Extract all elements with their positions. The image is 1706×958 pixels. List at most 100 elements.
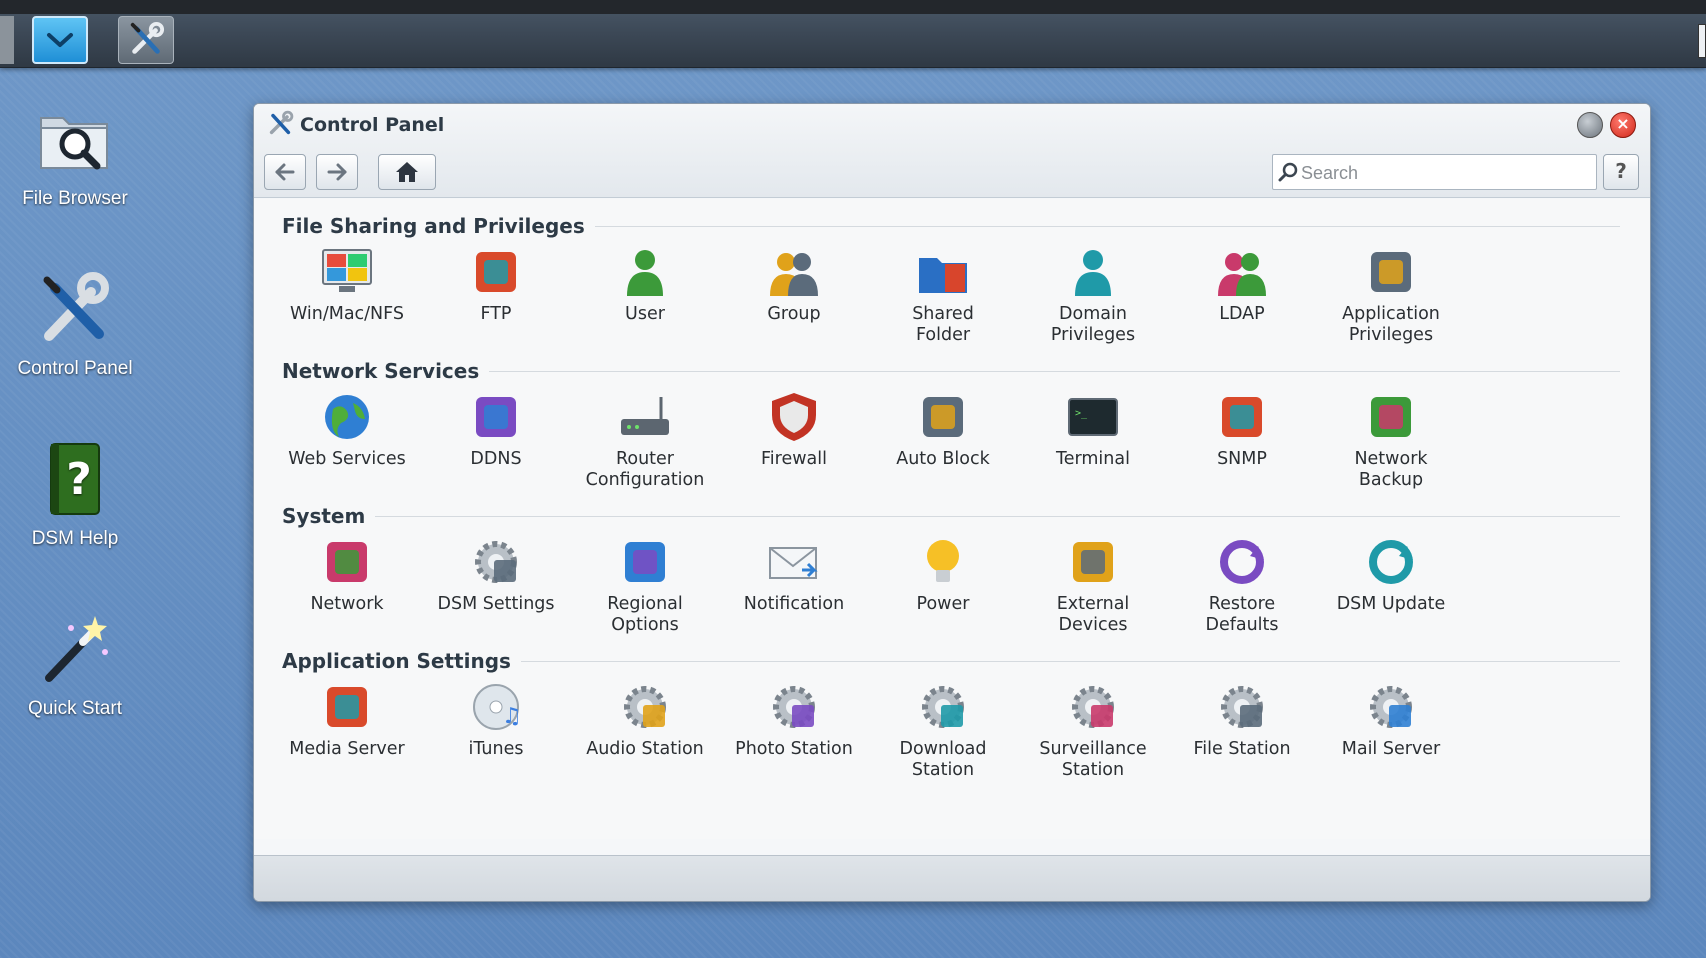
cp-item-label-line1: File Station (1193, 739, 1291, 759)
domain-user-icon (1075, 250, 1111, 296)
update-sync-icon (1369, 540, 1413, 584)
cp-item-photo-station[interactable]: Photo Station (713, 679, 875, 760)
minimize-button[interactable] (1577, 112, 1603, 138)
taskbar (0, 0, 1706, 68)
search-input[interactable] (1301, 159, 1591, 187)
cp-item-notification[interactable]: Notification (713, 534, 875, 615)
download-gear-icon (922, 686, 964, 728)
cp-item-group[interactable]: Group (713, 244, 875, 325)
cp-item-restore-defaults[interactable]: Restore Defaults (1161, 534, 1323, 636)
cp-item-label-line1: iTunes (468, 739, 524, 759)
cp-item-dsm-settings[interactable]: DSM Settings (415, 534, 577, 615)
cp-item-snmp[interactable]: SNMP (1161, 389, 1323, 470)
desktop-icon-file-browser[interactable]: File Browser (0, 100, 150, 210)
search-box[interactable] (1272, 154, 1597, 190)
cp-item-web-services[interactable]: Web Services (266, 389, 428, 470)
cp-item-ftp[interactable]: FTP (415, 244, 577, 325)
snmp-chart-icon (1222, 397, 1262, 437)
cp-item-label-line2: Configuration (585, 470, 705, 490)
folder-magnifier-icon (40, 117, 108, 170)
forward-button[interactable] (316, 154, 358, 190)
cp-item-network[interactable]: Network (266, 534, 428, 615)
mail-gear-icon (1370, 686, 1412, 728)
cp-item-media-server[interactable]: Media Server (266, 679, 428, 760)
cp-item-auto-block[interactable]: Auto Block (862, 389, 1024, 470)
desktop-icon-control-panel[interactable]: Control Panel (0, 270, 150, 380)
cp-item-dsm-update[interactable]: DSM Update (1310, 534, 1472, 615)
gear-icon (475, 541, 517, 583)
cp-item-external-devices[interactable]: External Devices (1012, 534, 1174, 636)
cp-item-ddns[interactable]: DDNS (415, 389, 577, 470)
cp-item-power[interactable]: Power (862, 534, 1024, 615)
window-statusbar (254, 855, 1650, 901)
control-panel-task-button[interactable] (118, 16, 174, 64)
cp-item-firewall[interactable]: Firewall (713, 389, 875, 470)
group-icon (770, 253, 818, 296)
terminal-icon: >_ (1068, 398, 1118, 436)
home-button[interactable] (378, 154, 436, 190)
chevron-down-icon (47, 33, 73, 47)
external-device-icon (1073, 542, 1113, 582)
close-button[interactable]: × (1610, 112, 1636, 138)
cp-item-network-backup[interactable]: Network Backup (1310, 389, 1472, 491)
cp-item-user[interactable]: User (564, 244, 726, 325)
window-titlebar[interactable]: Control Panel × Search ? (254, 104, 1650, 198)
regional-clock-icon (625, 542, 665, 582)
cp-item-regional-options[interactable]: Regional Options (564, 534, 726, 636)
shared-folder-icon (919, 258, 967, 293)
help-book-icon: ? (50, 443, 100, 515)
cp-item-label-line2: Backup (1358, 470, 1424, 490)
cp-item-ldap[interactable]: LDAP (1161, 244, 1323, 325)
ldap-users-icon (1218, 253, 1266, 296)
cp-item-label-line1: Download (899, 739, 987, 759)
cp-item-label-line1: Web Services (288, 449, 406, 469)
wrench-screwdriver-icon (269, 110, 294, 135)
arrow-right-icon (327, 163, 347, 181)
wrench-screwdriver-icon (43, 272, 109, 341)
home-icon (396, 162, 418, 182)
help-button[interactable]: ? (1603, 154, 1639, 190)
cp-item-router-configuration[interactable]: Router Configuration (564, 389, 726, 491)
section-divider (282, 516, 1620, 517)
desktop-icon-label: DSM Help (31, 528, 119, 549)
cp-item-label-line1: Router (616, 449, 674, 469)
section-application-settings: Application Settings Media Server ♫ iTunes A… (254, 649, 1650, 794)
section-system: System Network DSM Settings Regional Options… (254, 504, 1650, 649)
taskbar-left-edge[interactable] (0, 16, 14, 64)
camera-gear-icon (1072, 686, 1114, 728)
media-film-icon (327, 687, 367, 727)
control-panel-window: Control Panel × Search ? File Sharing an… (253, 103, 1651, 902)
cp-item-mail-server[interactable]: Mail Server (1310, 679, 1472, 760)
cp-item-label-line1: LDAP (1219, 304, 1265, 324)
cp-item-shared-folder[interactable]: Shared Folder (862, 244, 1024, 346)
router-icon (621, 397, 669, 435)
cp-item-application-privileges[interactable]: Application Privileges (1310, 244, 1472, 346)
network-backup-icon (1371, 397, 1411, 437)
cp-item-label-line1: External (1056, 594, 1130, 614)
cp-item-win-mac-nfs[interactable]: Win/Mac/NFS (266, 244, 428, 325)
server-upload-icon (476, 252, 516, 292)
cp-item-audio-station[interactable]: Audio Station (564, 679, 726, 760)
back-button[interactable] (264, 154, 306, 190)
cp-item-terminal[interactable]: >_ Terminal (1012, 389, 1174, 470)
desktop-icon-quick-start[interactable]: Quick Start (0, 610, 150, 720)
lightbulb-icon (927, 540, 959, 582)
cp-item-label-line1: Network (310, 594, 384, 614)
cp-item-label-line2: Privileges (1050, 325, 1136, 345)
desktop-icon-dsm-help[interactable]: ? DSM Help (0, 440, 150, 550)
search-icon (1278, 162, 1298, 182)
cp-item-file-station[interactable]: File Station (1161, 679, 1323, 760)
cp-item-label-line1: Shared (912, 304, 974, 324)
main-menu-button[interactable] (32, 16, 88, 64)
cp-item-label-line1: DSM Settings (437, 594, 555, 614)
svg-text:♫: ♫ (502, 704, 522, 729)
cp-item-domain-privileges[interactable]: Domain Privileges (1012, 244, 1174, 346)
cp-item-surveillance-station[interactable]: Surveillance Station (1012, 679, 1174, 781)
magic-wand-icon (45, 616, 108, 682)
cp-item-label-line1: FTP (480, 304, 512, 324)
cp-item-itunes[interactable]: ♫ iTunes (415, 679, 577, 760)
wrench-screwdriver-icon (130, 21, 165, 54)
cp-item-download-station[interactable]: Download Station (862, 679, 1024, 781)
restore-arrows-icon (1220, 540, 1264, 584)
taskbar-right-edge[interactable] (1698, 24, 1706, 58)
